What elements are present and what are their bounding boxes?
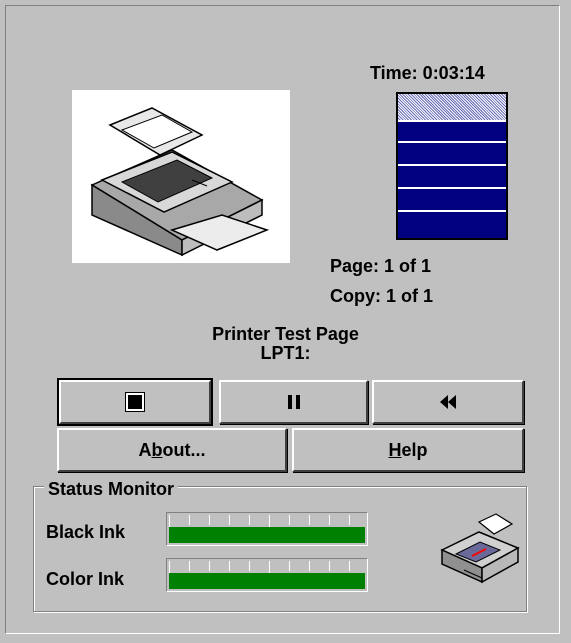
progress-divider [398, 141, 506, 143]
stop-icon [125, 392, 145, 412]
help-button-label: Help [388, 439, 428, 460]
progress-divider [398, 187, 506, 189]
rewind-button[interactable] [372, 380, 524, 424]
status-monitor-title: Status Monitor [44, 480, 178, 498]
page-counter: Page: 1 of 1 [330, 256, 432, 276]
printer-port: LPT1: [260, 343, 311, 363]
document-name: Printer Test Page [212, 324, 359, 344]
black-ink-label: Black Ink [46, 522, 126, 542]
color-ink-label: Color Ink [46, 569, 125, 589]
printer-image [72, 90, 290, 263]
about-button-label: About... [138, 439, 206, 460]
help-button[interactable]: Help [292, 428, 524, 472]
progress-divider [398, 164, 506, 166]
printer-status-icon [434, 512, 524, 584]
color-ink-level [169, 573, 365, 589]
elapsed-time: Time: 0:03:14 [370, 63, 485, 83]
pause-icon [287, 395, 300, 409]
black-ink-level [169, 527, 365, 543]
stop-button[interactable] [57, 378, 213, 426]
progress-divider [398, 210, 506, 212]
black-ink-gauge [166, 512, 368, 546]
rewind-icon [440, 395, 456, 409]
pause-button[interactable] [219, 380, 368, 424]
progress-completed-fill [398, 94, 506, 122]
about-button[interactable]: About... [57, 428, 287, 472]
print-progress-bar [396, 92, 508, 240]
color-ink-gauge [166, 558, 368, 592]
copy-counter: Copy: 1 of 1 [330, 286, 434, 306]
